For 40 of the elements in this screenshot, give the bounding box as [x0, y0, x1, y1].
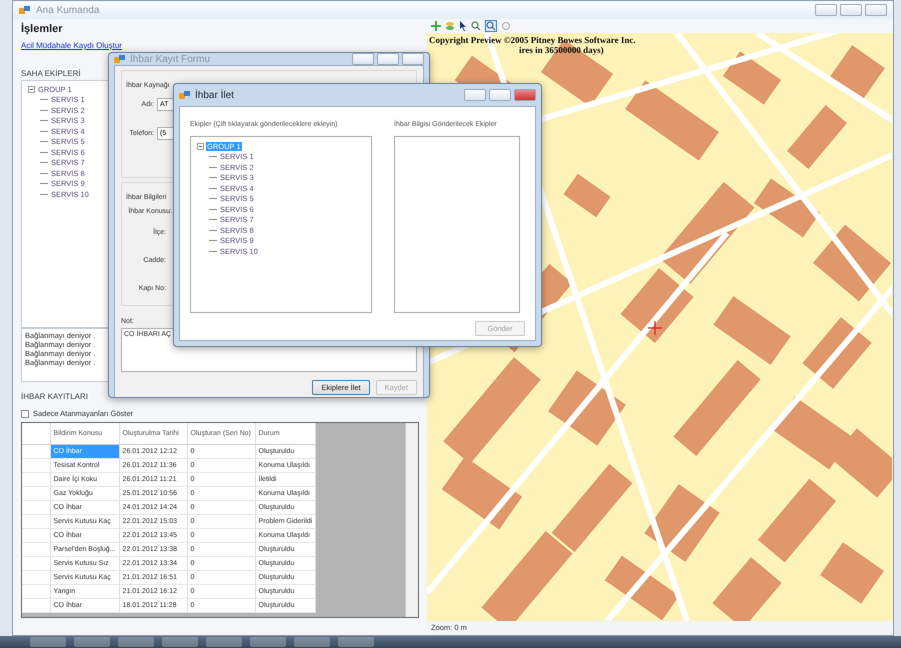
- maximize-button[interactable]: [377, 53, 399, 65]
- maximize-button[interactable]: [840, 4, 862, 16]
- close-button[interactable]: [865, 4, 887, 16]
- close-button[interactable]: [402, 53, 424, 65]
- selected-teams-list[interactable]: [394, 136, 520, 313]
- app-icon: [179, 90, 190, 100]
- window-title: İhbar Kayıt Formu: [130, 54, 210, 64]
- app-icon: [114, 54, 125, 64]
- minimize-button[interactable]: [352, 53, 374, 65]
- collapse-icon[interactable]: [197, 142, 204, 150]
- section-heading: İşlemler: [21, 23, 64, 35]
- close-button[interactable]: [514, 89, 536, 101]
- zoom-in-icon[interactable]: [471, 21, 481, 31]
- taskbar-icon[interactable]: [206, 637, 242, 647]
- zoom-out-icon[interactable]: [485, 20, 497, 32]
- records-heading: İHBAR KAYITLARI: [21, 392, 89, 401]
- scrollbar[interactable]: [405, 423, 418, 617]
- taskbar-icon[interactable]: [74, 637, 110, 647]
- app-icon: [19, 6, 30, 14]
- taskbar-icon[interactable]: [162, 637, 198, 647]
- teams-heading: SAHA EKİPLERİ: [21, 69, 82, 78]
- crosshair-icon: [648, 321, 662, 335]
- minimize-button[interactable]: [815, 4, 837, 16]
- copyright-text: ires in 36500000 days): [519, 45, 604, 55]
- taskbar-icon[interactable]: [118, 637, 154, 647]
- maximize-button[interactable]: [489, 89, 511, 101]
- create-record-link[interactable]: Acil Müdahale Kaydı Oluştur: [21, 41, 122, 50]
- taskbar-icon[interactable]: [250, 637, 286, 647]
- minimize-button[interactable]: [464, 89, 486, 101]
- taskbar-icon[interactable]: [294, 637, 330, 647]
- window-title: Ana Kumanda: [36, 4, 100, 16]
- copyright-text: Copyright Preview ©2005 Pitney Bowes Software Inc.: [429, 35, 636, 45]
- pointer-icon[interactable]: [459, 21, 467, 31]
- checkbox[interactable]: [21, 410, 29, 418]
- layers-icon[interactable]: [445, 21, 455, 31]
- taskbar-icon[interactable]: [338, 637, 374, 647]
- window-title: İhbar İlet: [195, 90, 234, 100]
- add-icon[interactable]: [431, 21, 441, 31]
- taskbar-icon[interactable]: [30, 637, 66, 647]
- collapse-icon[interactable]: [28, 86, 35, 93]
